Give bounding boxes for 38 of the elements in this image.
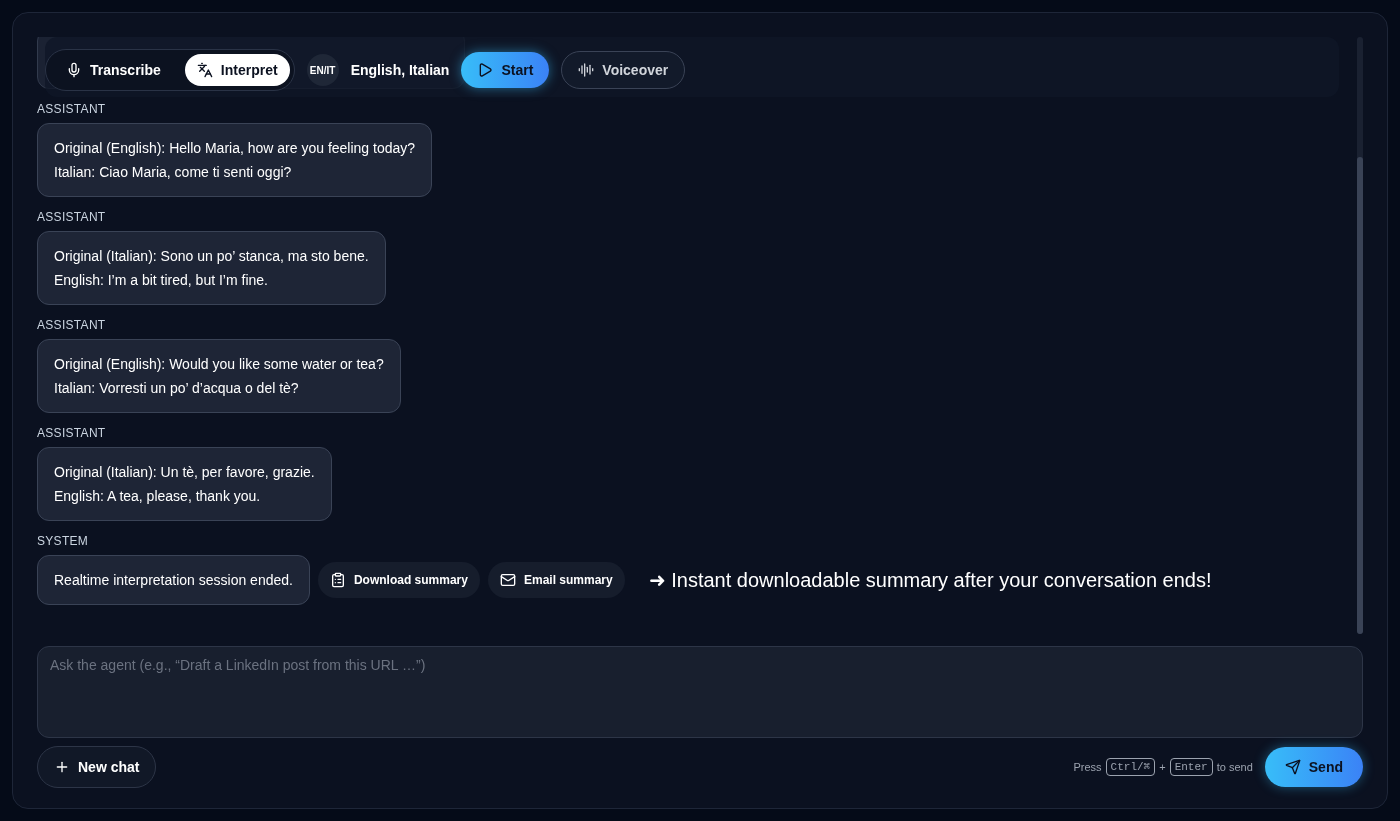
voiceover-button[interactable]: Voiceover [561,51,686,89]
new-chat-button[interactable]: New chat [37,746,157,788]
plus-icon [54,759,70,775]
mail-icon [499,572,516,588]
hint-text: to send [1216,759,1253,775]
message-text: Realtime interpretation session ended. [54,571,293,590]
keyboard-key: Enter [1169,757,1213,777]
mode-tab[interactable]: Transcribe [50,54,177,86]
hint-text: + [1159,759,1166,775]
role-label: ASSISTANT [37,209,107,225]
role-label: ASSISTANT [37,101,107,117]
send-button[interactable]: Send [1264,747,1363,787]
mode-tab[interactable]: Interpret [184,54,290,86]
message-text: Original (Italian): Sono un po’ stanca, ma sto bene. [54,247,369,266]
clipboard-icon [329,572,346,588]
message-text: English: I’m a bit tired, but I’m fine. [54,271,269,290]
languages-label: English, Italian [350,61,450,80]
hint-text: Press [1073,759,1102,775]
message-text: Original (English): Hello Maria, how are you feeling today? [54,139,416,158]
message-text: Italian: Ciao Maria, come ti senti oggi? [54,163,293,182]
message-text: Italian: Vorresti un po’ d’acqua o del tè? [54,379,300,398]
summary-button[interactable]: Email summary [487,562,625,598]
role-label: ASSISTANT [37,317,107,333]
annotation-text: ➜ Instant downloadable summary after your conversation ends! [648,568,1212,593]
keyboard-key: Ctrl/⌘ [1105,757,1156,777]
message-text: Original (Italian): Un tè, per favore, grazie. [54,463,315,482]
send-icon [1284,759,1301,775]
translate-icon [196,62,213,78]
role-label: SYSTEM [37,533,90,549]
waveform-icon [578,62,595,78]
message-text: Original (English): Would you like some water or tea? [54,355,384,374]
play-icon [477,62,494,78]
role-label: ASSISTANT [37,425,107,441]
summary-button[interactable]: Download summary [317,562,480,598]
message-input[interactable]: Ask the agent (e.g., “Draft a LinkedIn post from this URL …”) [37,646,1363,738]
microphone-icon [66,62,82,78]
start-button[interactable]: Start [461,52,550,88]
message-text: English: A tea, please, thank you. [54,487,262,506]
